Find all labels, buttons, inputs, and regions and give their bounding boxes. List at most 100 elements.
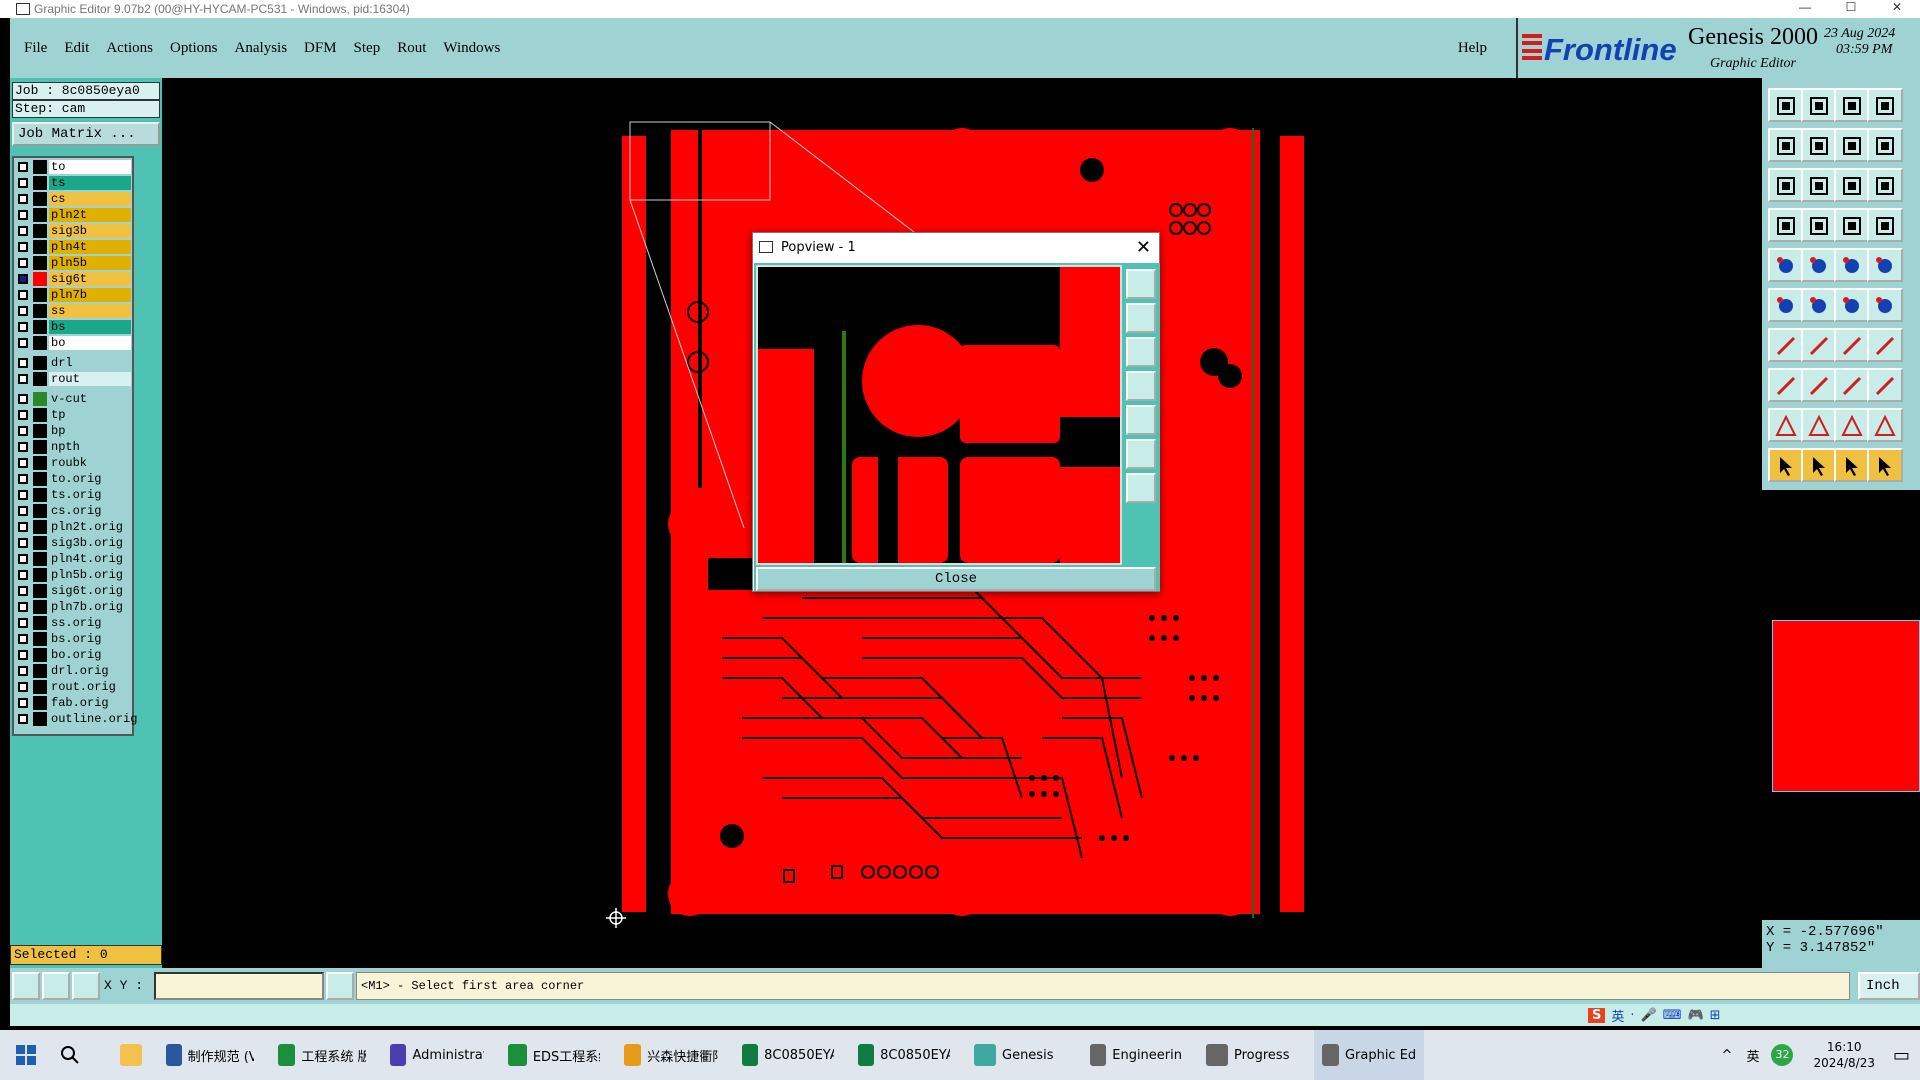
layer-row[interactable]: pln2t.orig (16, 520, 132, 534)
layer-swatch[interactable] (33, 392, 47, 406)
layer-swatch[interactable] (33, 488, 47, 502)
taskbar-app-1[interactable]: 制作规范 (Ver... (158, 1030, 262, 1080)
edit-a2-icon[interactable] (1834, 408, 1870, 442)
layer-row[interactable]: ss (16, 304, 132, 318)
layer-name[interactable]: rout.orig (49, 680, 131, 694)
layer-swatch[interactable] (33, 616, 47, 630)
layer-swatch[interactable] (33, 288, 47, 302)
view-panel-icon[interactable] (1867, 88, 1903, 122)
ime-game-icon[interactable]: 🎮 (1687, 1008, 1703, 1023)
layer-name[interactable]: npth (49, 440, 131, 454)
select-line-icon[interactable] (1801, 248, 1837, 282)
layer-checkbox[interactable] (18, 586, 28, 596)
layer-row[interactable]: ts.orig (16, 488, 132, 502)
job-matrix-button[interactable]: Job Matrix ... (12, 122, 160, 146)
layer-checkbox[interactable] (18, 178, 28, 188)
menu-help[interactable]: Help (1458, 40, 1487, 57)
layer-checkbox[interactable] (18, 650, 28, 660)
view-stack-icon[interactable] (1867, 128, 1903, 162)
layer-checkbox[interactable] (18, 374, 28, 384)
pv-zoom-home-icon[interactable] (1126, 269, 1156, 299)
pv-zoom-out-icon[interactable] (1126, 337, 1156, 367)
menu-actions[interactable]: Actions (106, 40, 153, 57)
layer-name[interactable]: pln5b.orig (49, 568, 131, 582)
layer-checkbox[interactable] (18, 490, 28, 500)
layer-swatch[interactable] (33, 240, 47, 254)
measure-mode-icon[interactable] (42, 972, 70, 1000)
layer-checkbox[interactable] (18, 322, 28, 332)
layer-swatch[interactable] (33, 160, 47, 174)
view-right-icon[interactable] (1801, 128, 1837, 162)
layer-row[interactable]: pln7b.orig (16, 600, 132, 614)
taskbar-app-4[interactable]: EDS工程系统 (500, 1030, 608, 1080)
menu-options[interactable]: Options (170, 40, 218, 57)
layer-name[interactable]: drl.orig (49, 664, 131, 678)
layer-name[interactable]: bo (49, 336, 131, 350)
layer-name[interactable]: bo.orig (49, 648, 131, 662)
layer-name[interactable]: pln2t (49, 208, 131, 222)
layer-swatch[interactable] (33, 272, 47, 286)
feature-split-icon[interactable] (1867, 288, 1903, 322)
layer-row[interactable]: to (16, 160, 132, 174)
layer-row[interactable]: cs (16, 192, 132, 206)
minimize-button[interactable]: — (1782, 0, 1828, 14)
layer-swatch[interactable] (33, 472, 47, 486)
menu-file[interactable]: File (24, 40, 47, 57)
edit-a3-icon[interactable] (1867, 408, 1903, 442)
layer-checkbox[interactable] (18, 210, 28, 220)
layer-name[interactable]: v-cut (49, 392, 131, 406)
layer-row[interactable]: rout (16, 372, 132, 386)
layer-checkbox[interactable] (18, 522, 28, 532)
layer-checkbox[interactable] (18, 162, 28, 172)
layer-name[interactable]: rout (49, 372, 131, 386)
layer-row[interactable]: sig3b (16, 224, 132, 238)
layer-checkbox[interactable] (18, 602, 28, 612)
maximize-button[interactable]: ☐ (1828, 0, 1874, 14)
layer-row[interactable]: pln2t (16, 208, 132, 222)
tray-clock[interactable]: 16:10 2024/8/23 (1813, 1039, 1875, 1071)
layer-row[interactable]: drl.orig (16, 664, 132, 678)
pv-fit-icon[interactable] (1126, 439, 1156, 469)
zoom-1to1-icon[interactable] (1834, 168, 1870, 202)
layer-swatch[interactable] (33, 408, 47, 422)
notification-icon[interactable]: ▭ (1893, 1045, 1910, 1066)
layer-swatch[interactable] (33, 552, 47, 566)
layer-name[interactable]: to (49, 160, 131, 174)
overview-thumbnail[interactable] (1762, 490, 1920, 920)
layer-checkbox[interactable] (18, 634, 28, 644)
menu-step[interactable]: Step (354, 40, 381, 57)
layer-row[interactable]: pln5b (16, 256, 132, 270)
popview-canvas[interactable] (756, 265, 1122, 565)
layer-row[interactable]: bp (16, 424, 132, 438)
zoom-center-icon[interactable] (1801, 168, 1837, 202)
taskbar-app-5[interactable]: 兴森快捷衢阳... (616, 1030, 726, 1080)
layer-swatch[interactable] (33, 536, 47, 550)
layer-swatch[interactable] (33, 584, 47, 598)
layer-name[interactable]: sig6t (49, 272, 131, 286)
layer-row[interactable]: v-cut (16, 392, 132, 406)
grid-mode-icon[interactable] (72, 972, 100, 1000)
layer-name[interactable]: pln7b.orig (49, 600, 131, 614)
layer-name[interactable]: sig6t.orig (49, 584, 131, 598)
layer-swatch[interactable] (33, 632, 47, 646)
layer-swatch[interactable] (33, 712, 47, 726)
layer-row[interactable]: to.orig (16, 472, 132, 486)
draw-slash-icon[interactable] (1801, 328, 1837, 362)
layer-row[interactable]: npth (16, 440, 132, 454)
layer-row[interactable]: ts (16, 176, 132, 190)
layer-row[interactable]: bo.orig (16, 648, 132, 662)
layer-name[interactable]: bp (49, 424, 131, 438)
layer-swatch[interactable] (33, 424, 47, 438)
edit-a-icon[interactable] (1801, 408, 1837, 442)
pv-center-icon[interactable] (1126, 473, 1156, 503)
close-window-button[interactable]: ✕ (1874, 0, 1920, 14)
layer-name[interactable]: cs (49, 192, 131, 206)
layer-row[interactable]: sig6t (16, 272, 132, 286)
add-symbol-icon[interactable] (1834, 368, 1870, 402)
view-up-icon[interactable] (1801, 88, 1837, 122)
layer-name[interactable]: fab.orig (49, 696, 131, 710)
layer-row[interactable]: outline.orig (16, 712, 137, 726)
layer-name[interactable]: sig3b (49, 224, 131, 238)
layer-swatch[interactable] (33, 456, 47, 470)
layer-swatch[interactable] (33, 648, 47, 662)
